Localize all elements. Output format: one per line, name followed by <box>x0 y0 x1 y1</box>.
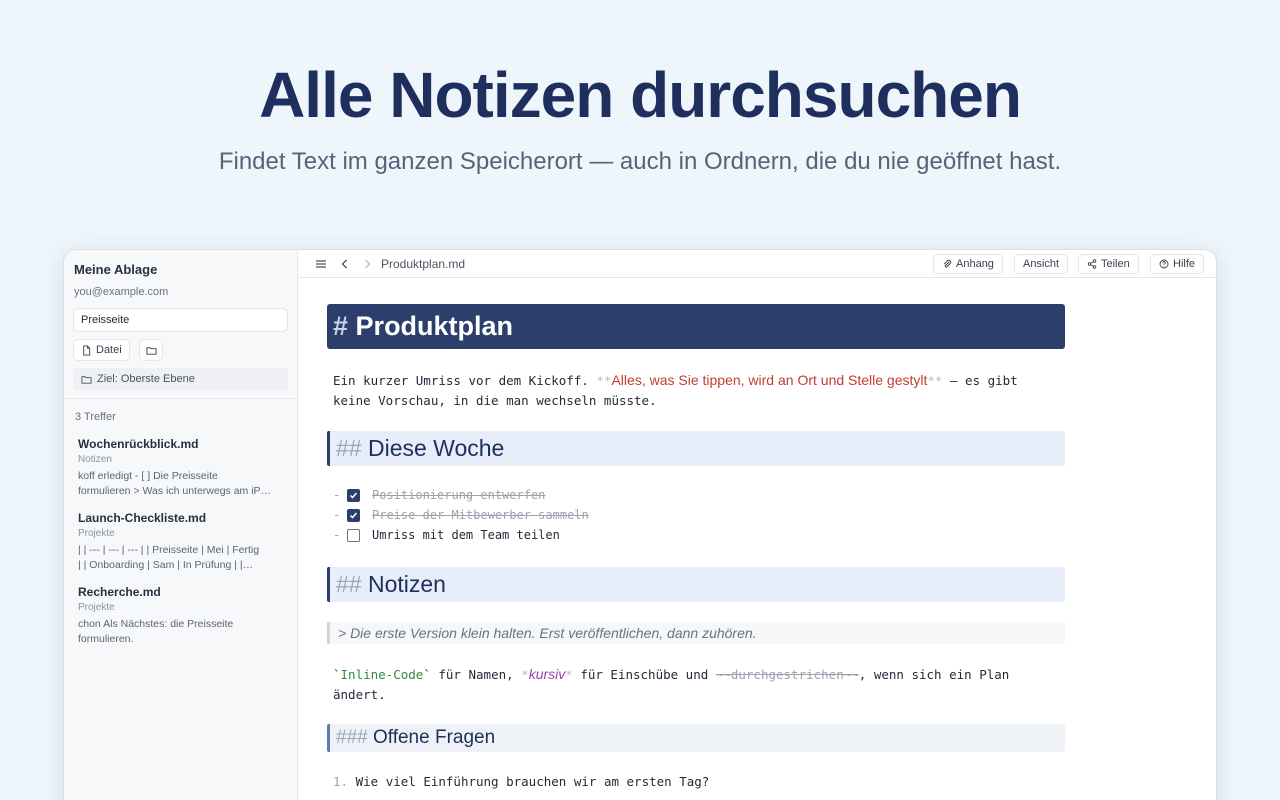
para-text: für Einschübe und <box>572 667 716 682</box>
code-marker: ` <box>423 667 431 682</box>
result-count: 3 Treffer <box>75 411 116 423</box>
help-icon <box>1159 259 1169 269</box>
heading-text: Offene Fragen <box>372 727 496 748</box>
task-item: - Positionierung entwerfen <box>333 486 545 504</box>
intro-text: keine Vorschau, in die man wechseln müss… <box>333 393 657 408</box>
bold-marker: ** <box>927 373 943 388</box>
share-label: Teilen <box>1101 258 1130 270</box>
result-folder: Projekte <box>78 602 115 613</box>
code-marker: ` <box>333 667 341 682</box>
list-item-text: Wie viel Einführung brauchen wir am erst… <box>355 774 710 789</box>
heading-text: Diese Woche <box>367 435 505 461</box>
strikethrough-text: ~~durchgestrichen~~ <box>715 667 859 682</box>
list-number: 1. <box>333 774 349 789</box>
task-item: - Umriss mit dem Team teilen <box>333 526 560 544</box>
list-marker: - <box>333 528 341 542</box>
share-button[interactable]: Teilen <box>1078 254 1139 274</box>
heading-text: Notizen <box>367 571 446 597</box>
list-marker: - <box>333 508 341 522</box>
search-result[interactable]: Recherche.md Projekte chon Als Nächstes:… <box>78 585 288 647</box>
para-text: ändert. <box>333 687 386 702</box>
italic-text: kursiv <box>528 666 566 682</box>
result-file-name: Launch-Checkliste.md <box>78 511 207 525</box>
sidebar-divider <box>64 398 298 399</box>
result-folder: Projekte <box>78 528 115 539</box>
breadcrumb-file-name: Produktplan.md <box>381 257 466 271</box>
blockquote: > Die erste Version klein halten. Erst v… <box>327 622 1065 644</box>
intro-text: — es gibt <box>942 373 1018 388</box>
task-text: Positionierung entwerfen <box>372 488 546 502</box>
task-text: Umriss mit dem Team teilen <box>372 528 560 542</box>
heading-h1: # Produktplan <box>327 304 1065 349</box>
heading-marker: ### <box>336 727 368 748</box>
view-button[interactable]: Ansicht <box>1014 254 1069 274</box>
search-input[interactable] <box>73 308 288 332</box>
italic-marker: * <box>521 667 529 682</box>
ordered-list-item: 1. Wie viel Einführung brauchen wir am e… <box>333 772 709 792</box>
new-file-button[interactable]: Datei <box>73 339 130 361</box>
view-label: Ansicht <box>1023 258 1060 270</box>
app-window: Meine Ablage you@example.com Datei Ziel:… <box>64 250 1216 800</box>
task-item: - Preise der Mitbewerber sammeln <box>333 506 589 524</box>
account-email: you@example.com <box>74 286 169 298</box>
result-file-name: Recherche.md <box>78 585 161 599</box>
target-folder-label: Ziel: Oberste Ebene <box>97 373 195 385</box>
result-folder: Notizen <box>78 454 112 465</box>
para-text: , wenn sich ein Plan <box>858 667 1010 682</box>
result-file-name: Wochenrückblick.md <box>78 437 199 451</box>
search-result[interactable]: Launch-Checkliste.md Projekte | | --- | … <box>78 511 288 573</box>
task-checkbox-unchecked[interactable] <box>347 528 360 542</box>
attachment-label: Anhang <box>956 258 994 270</box>
intro-text: Ein kurzer Umriss vor dem Kickoff. <box>333 373 597 388</box>
editor-toolbar: Produktplan.md Anhang Ansicht Teilen Hil… <box>298 250 1216 278</box>
result-snippet: koff erledigt - [ ] Die Preisseite formu… <box>78 470 272 497</box>
attachment-button[interactable]: Anhang <box>933 254 1003 274</box>
formatting-paragraph: `Inline-Code` für Namen, *kursiv* für Ei… <box>333 664 1009 705</box>
chevron-right-icon[interactable] <box>360 257 374 271</box>
heading-marker: ## <box>336 571 362 597</box>
heading-h2: ## Notizen <box>327 567 1065 602</box>
task-checkbox-checked[interactable] <box>347 488 360 502</box>
bold-marker: ** <box>596 373 612 388</box>
editor-pane: Produktplan.md Anhang Ansicht Teilen Hil… <box>298 250 1216 800</box>
new-file-label: Datei <box>96 344 122 356</box>
para-text: für Namen, <box>430 667 522 682</box>
list-marker: - <box>333 488 341 502</box>
share-icon <box>1087 259 1097 269</box>
menu-icon[interactable] <box>314 257 328 271</box>
target-folder-selector[interactable]: Ziel: Oberste Ebene <box>73 368 288 390</box>
italic-marker: * <box>565 667 573 682</box>
file-icon <box>83 344 91 356</box>
result-snippet: chon Als Nächstes: die Preisseite formul… <box>78 618 234 645</box>
heading-h3: ### Offene Fragen <box>327 724 1065 752</box>
paperclip-icon <box>943 259 952 268</box>
heading-marker: # <box>333 311 349 341</box>
heading-text: Produktplan <box>355 311 514 341</box>
bold-text: Alles, was Sie tippen, wird an Ort und S… <box>611 372 928 388</box>
result-snippet: | | --- | --- | --- | | Preisseite | Mei… <box>78 544 260 571</box>
hero-subtitle: Findet Text im ganzen Speicherort — auch… <box>218 148 1062 175</box>
heading-h2: ## Diese Woche <box>327 431 1065 466</box>
hero-title: Alle Notizen durchsuchen <box>259 59 1022 131</box>
folder-icon <box>145 346 157 355</box>
new-folder-button[interactable] <box>139 339 163 361</box>
search-result[interactable]: Wochenrückblick.md Notizen koff erledigt… <box>78 437 288 499</box>
heading-marker: ## <box>336 435 362 461</box>
inline-code: Inline-Code <box>340 667 424 682</box>
folder-icon <box>81 375 92 384</box>
help-button[interactable]: Hilfe <box>1150 254 1205 274</box>
chevron-left-icon[interactable] <box>338 257 352 271</box>
sidebar: Meine Ablage you@example.com Datei Ziel:… <box>64 250 298 800</box>
task-checkbox-checked[interactable] <box>347 508 360 522</box>
task-text: Preise der Mitbewerber sammeln <box>372 508 589 522</box>
help-label: Hilfe <box>1173 258 1196 270</box>
sidebar-title: Meine Ablage <box>74 262 158 277</box>
intro-paragraph: Ein kurzer Umriss vor dem Kickoff. **All… <box>333 370 1018 411</box>
